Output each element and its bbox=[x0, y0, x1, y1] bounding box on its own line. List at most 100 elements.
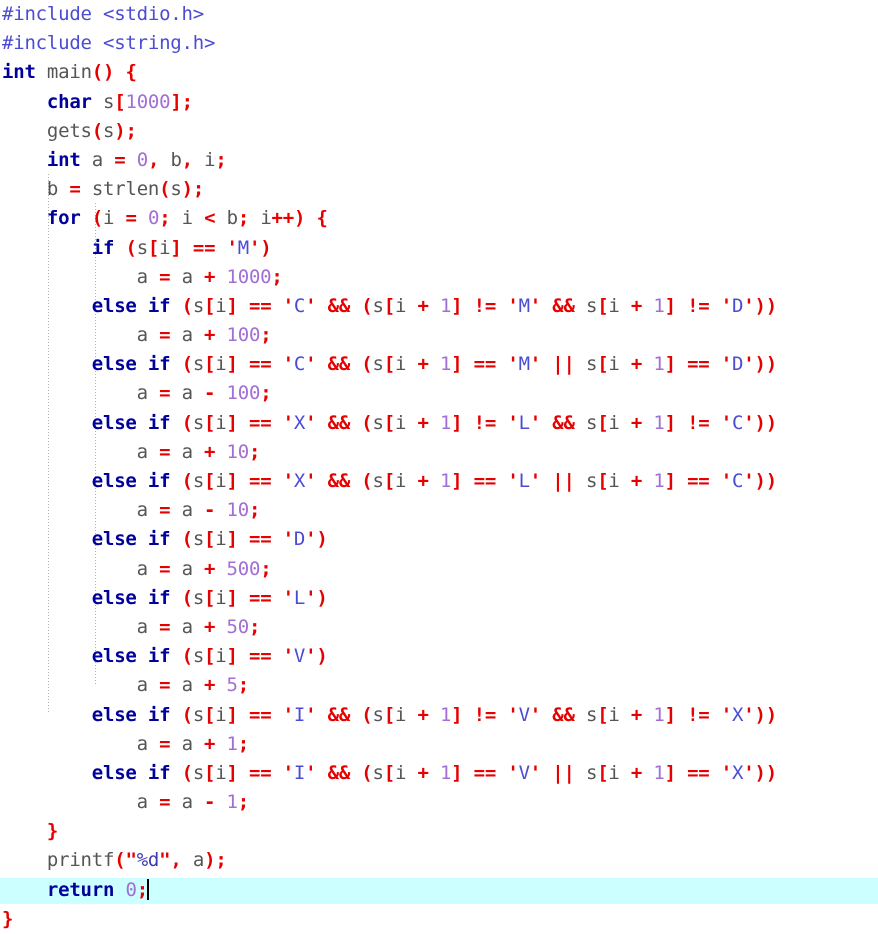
token-id: a bbox=[181, 440, 193, 463]
code-line[interactable]: else if (s[i] == 'X' && (s[i + 1] == 'L'… bbox=[0, 467, 878, 496]
code-line[interactable]: a = a - 1; bbox=[0, 788, 878, 817]
token-pun: ( bbox=[125, 236, 137, 259]
code-line[interactable]: a = a + 50; bbox=[0, 613, 878, 642]
token-op: == bbox=[248, 411, 272, 434]
code-line[interactable]: a = a + 5; bbox=[0, 671, 878, 700]
code-line[interactable]: else if (s[i] == 'I' && (s[i + 1] == 'V'… bbox=[0, 759, 878, 788]
code-line[interactable]: } bbox=[0, 905, 878, 934]
code-line[interactable]: a = a + 100; bbox=[0, 321, 878, 350]
token-id: s bbox=[192, 703, 205, 726]
code-line[interactable]: b = strlen(s); bbox=[0, 175, 878, 204]
token-kw: if bbox=[147, 294, 171, 317]
token-pun: ) bbox=[181, 178, 193, 201]
code-line[interactable]: char s[1000]; bbox=[0, 88, 878, 117]
token-pun: ; bbox=[159, 207, 171, 230]
token-pun: } bbox=[2, 907, 14, 930]
token-id: s bbox=[192, 586, 205, 609]
code-line[interactable]: a = a + 1000; bbox=[0, 263, 878, 292]
code-line[interactable]: a = a + 1; bbox=[0, 730, 878, 759]
token-chq: ' bbox=[743, 353, 755, 376]
token-pun: ; bbox=[192, 178, 205, 201]
token-id: a bbox=[136, 265, 148, 288]
code-line[interactable]: return 0; bbox=[0, 876, 878, 905]
token-pun: ( bbox=[181, 353, 193, 376]
token-id: i bbox=[215, 294, 227, 317]
token-chq: ' bbox=[507, 411, 519, 434]
token-pun: ) bbox=[765, 411, 777, 434]
token-id: main bbox=[46, 61, 92, 84]
token-pun: < bbox=[204, 207, 216, 230]
token-pun: ( bbox=[159, 178, 171, 201]
token-chq: ' bbox=[282, 528, 294, 551]
code-line[interactable]: a = a + 10; bbox=[0, 438, 878, 467]
token-pun: ; bbox=[237, 732, 249, 755]
token-chv: D bbox=[293, 528, 306, 551]
code-line[interactable]: if (s[i] == 'M') bbox=[0, 234, 878, 263]
token-chq: ' bbox=[282, 294, 294, 317]
token-chq: " bbox=[159, 849, 171, 872]
code-line[interactable]: a = a - 10; bbox=[0, 496, 878, 525]
token-pun: + bbox=[417, 294, 429, 317]
token-pun: ] bbox=[451, 353, 463, 376]
code-line[interactable]: else if (s[i] == 'X' && (s[i + 1] != 'L'… bbox=[0, 409, 878, 438]
token-id: a bbox=[181, 732, 193, 755]
token-pp: #include <string.h> bbox=[2, 32, 216, 55]
code-line[interactable]: a = a + 500; bbox=[0, 555, 878, 584]
token-pun: ] bbox=[226, 294, 238, 317]
token-kw: char bbox=[46, 90, 92, 113]
token-kw: if bbox=[91, 236, 115, 259]
token-num: 0 bbox=[125, 878, 137, 901]
token-chq: ' bbox=[226, 236, 238, 259]
code-editor-surface[interactable]: #include <stdio.h> #include <string.h> int… bbox=[0, 0, 878, 930]
code-line[interactable]: gets(s); bbox=[0, 117, 878, 146]
token-chv: C bbox=[293, 294, 306, 317]
token-pun: ; bbox=[260, 557, 272, 580]
token-pun: [ bbox=[383, 470, 395, 492]
token-chq: ' bbox=[305, 586, 317, 609]
token-pun: [ bbox=[597, 353, 609, 376]
token-pun: ] bbox=[226, 470, 238, 492]
code-line[interactable]: else if (s[i] == 'D') bbox=[0, 525, 878, 554]
code-line[interactable]: #include <stdio.h> bbox=[0, 0, 878, 29]
token-pun: + bbox=[630, 294, 643, 317]
token-chv: L bbox=[518, 470, 530, 492]
token-id: a bbox=[136, 674, 148, 697]
token-id: s bbox=[372, 470, 384, 492]
token-num: 1 bbox=[226, 732, 238, 755]
token-pun: = bbox=[159, 265, 171, 288]
token-strv: %d bbox=[136, 849, 160, 872]
code-line[interactable]: else if (s[i] == 'V') bbox=[0, 642, 878, 671]
code-line[interactable]: printf("%d", a); bbox=[0, 846, 878, 875]
token-chq: ' bbox=[305, 761, 317, 784]
code-line[interactable]: for (i = 0; i < b; i++) { bbox=[0, 204, 878, 233]
code-line[interactable]: int a = 0, b, i; bbox=[0, 146, 878, 175]
code-line[interactable]: else if (s[i] == 'C' && (s[i + 1] == 'M'… bbox=[0, 350, 878, 379]
token-chq: ' bbox=[282, 411, 294, 434]
token-chv: X bbox=[293, 411, 306, 434]
source-code-text[interactable]: #include <stdio.h> #include <string.h> int… bbox=[0, 0, 878, 934]
code-line[interactable]: int main() { bbox=[0, 58, 878, 87]
token-pun: ; bbox=[181, 90, 193, 113]
token-id: s bbox=[372, 411, 384, 434]
token-pun: + bbox=[204, 265, 216, 288]
token-pun: ) bbox=[114, 119, 126, 142]
token-num: 1 bbox=[653, 294, 665, 317]
code-line[interactable]: a = a - 100; bbox=[0, 379, 878, 408]
token-op: || bbox=[552, 353, 575, 376]
code-line[interactable]: else if (s[i] == 'I' && (s[i + 1] != 'V'… bbox=[0, 701, 878, 730]
token-chq: ' bbox=[282, 645, 294, 668]
code-line[interactable]: } bbox=[0, 817, 878, 846]
token-pun: + bbox=[204, 674, 216, 697]
token-id: s bbox=[103, 119, 115, 142]
code-line[interactable]: #include <string.h> bbox=[0, 29, 878, 58]
token-id: s bbox=[585, 703, 598, 726]
token-pun: ( bbox=[181, 586, 193, 609]
token-pun: [ bbox=[383, 761, 395, 784]
code-line[interactable]: else if (s[i] == 'L') bbox=[0, 584, 878, 613]
token-op: == bbox=[473, 353, 497, 376]
token-chv: D bbox=[731, 294, 744, 317]
code-line[interactable]: else if (s[i] == 'C' && (s[i + 1] != 'M'… bbox=[0, 292, 878, 321]
token-num: 1 bbox=[653, 353, 665, 376]
token-kw: else bbox=[91, 645, 137, 668]
token-pun: [ bbox=[204, 645, 216, 668]
